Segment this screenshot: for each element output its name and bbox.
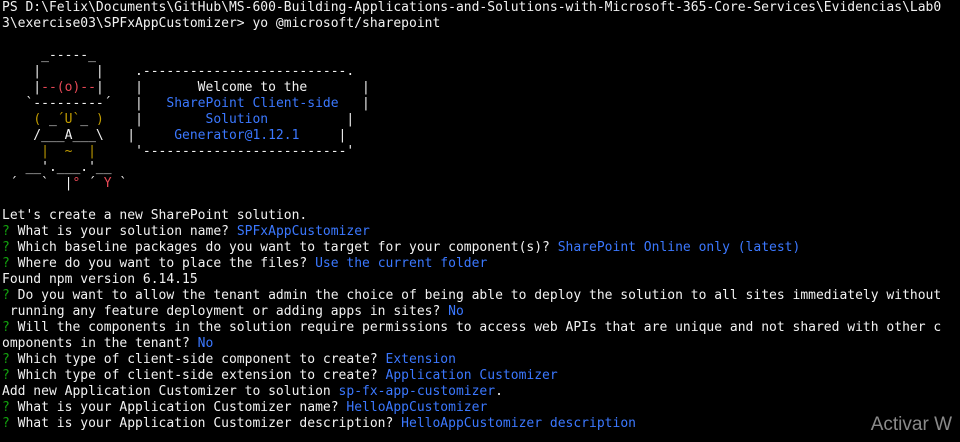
terminal-line: |--(o)--| | Welcome to the |: [2, 80, 370, 96]
output-text: |: [2, 80, 42, 95]
output-text: Found npm version 6.14.15: [2, 272, 198, 287]
terminal-line: omponents in the tenant? No: [2, 336, 213, 352]
terminal-line: ? What is your solution name? SPFxAppCus…: [2, 224, 370, 240]
output-text: _-----_: [2, 48, 96, 63]
prompt-marker: ?: [2, 352, 18, 367]
answer-text: SharePoint Client-side: [166, 96, 339, 111]
output-text: .: [495, 384, 503, 399]
terminal-output[interactable]: PS D:\Felix\Documents\GitHub\MS-600-Buil…: [2, 0, 960, 442]
answer-text: SharePoint Online only (latest): [557, 240, 801, 255]
prompt-marker: ?: [2, 416, 18, 431]
answer-text: Use the current folder: [315, 256, 488, 271]
terminal-line: ? Which type of client-side component to…: [2, 352, 456, 368]
answer-text: Solution: [205, 112, 269, 127]
output-text: | | .--------------------------.: [2, 64, 355, 79]
terminal-line: Add new Application Customizer to soluti…: [2, 384, 503, 400]
ascii-art: Y: [103, 176, 112, 191]
terminal-line: ? Where do you want to place the files? …: [2, 256, 487, 272]
terminal-line: ´ ` |° ´ Y `: [2, 176, 127, 192]
answer-text: Extension: [385, 352, 456, 367]
output-text: PS D:\Felix\Documents\GitHub\MS-600-Buil…: [2, 0, 942, 15]
answer-text: SPFxAppCustomizer: [236, 224, 370, 239]
windows-activation-watermark: Activar W: [870, 414, 952, 435]
output-text: Where do you want to place the files?: [17, 256, 316, 271]
output-text: _: [80, 112, 96, 127]
terminal-line: ? Do you want to allow the tenant admin …: [2, 288, 941, 304]
output-text: _: [48, 112, 57, 127]
terminal-line: | | .--------------------------.: [2, 64, 354, 80]
terminal-line: `---------´ | SharePoint Client-side |: [2, 96, 370, 112]
output-text: |: [103, 112, 206, 127]
terminal-line: ( _´U`_ ) | Solution |: [2, 112, 354, 128]
ascii-art: ´U`: [56, 112, 81, 127]
terminal-line: ? What is your Application Customizer na…: [2, 400, 487, 416]
output-text: What is your solution name?: [17, 224, 237, 239]
output-text: __'.___.'__: [2, 160, 112, 175]
answer-text: Generator@1.12.1: [174, 128, 300, 143]
terminal-line: Found npm version 6.14.15: [2, 272, 198, 288]
prompt-marker: ?: [2, 320, 18, 335]
answer-text: Application Customizer: [385, 368, 558, 383]
output-text: What is your Application Customizer desc…: [17, 416, 402, 431]
output-text: | | Welcome to the |: [95, 80, 370, 95]
terminal-line: _-----_: [2, 48, 96, 64]
output-text: running any feature deployment or adding…: [2, 304, 449, 319]
output-text: ´ ` |: [2, 176, 73, 191]
ascii-art: | ~ |: [41, 144, 96, 159]
output-text: Let's create a new SharePoint solution.: [2, 208, 308, 223]
output-text: 3\exercise03\SPFxAppCustomizer> yo @micr…: [2, 16, 441, 31]
answer-text: sp-fx-app-customizer: [338, 384, 496, 399]
answer-text: HelloAppCustomizer: [346, 400, 488, 415]
terminal-line: __'.___.'__: [2, 160, 112, 176]
output-text: |: [268, 112, 355, 127]
terminal-line: | ~ | '--------------------------': [2, 144, 354, 160]
output-text: Do you want to allow the tenant admin th…: [17, 288, 942, 303]
output-text: |: [299, 128, 347, 143]
prompt-marker: ?: [2, 240, 18, 255]
output-text: /___A___\ |: [2, 128, 175, 143]
prompt-marker: ?: [2, 224, 18, 239]
output-text: Which type of client-side component to c…: [17, 352, 386, 367]
terminal-line: PS D:\Felix\Documents\GitHub\MS-600-Buil…: [2, 0, 941, 16]
ascii-art: --(o)--: [41, 80, 96, 95]
prompt-marker: ?: [2, 288, 18, 303]
output-text: Which baseline packages do you want to t…: [17, 240, 558, 255]
output-text: What is your Application Customizer name…: [17, 400, 347, 415]
terminal-line: ? Will the components in the solution re…: [2, 320, 941, 336]
output-text: Add new Application Customizer to soluti…: [2, 384, 339, 399]
ascii-art: (: [33, 112, 49, 127]
output-text: '--------------------------': [95, 144, 355, 159]
terminal-line: 3\exercise03\SPFxAppCustomizer> yo @micr…: [2, 16, 440, 32]
terminal-line: ? What is your Application Customizer de…: [2, 416, 636, 432]
terminal-line: ? Which baseline packages do you want to…: [2, 240, 800, 256]
output-text: Will the components in the solution requ…: [17, 320, 942, 335]
ascii-art: ): [95, 112, 104, 127]
answer-text: No: [197, 336, 214, 351]
prompt-marker: ?: [2, 400, 18, 415]
output-text: `---------´ |: [2, 96, 167, 111]
terminal-line: /___A___\ | Generator@1.12.1 |: [2, 128, 346, 144]
output-text: omponents in the tenant?: [2, 336, 198, 351]
terminal-line: ? Which type of client-side extension to…: [2, 368, 558, 384]
answer-text: No: [448, 304, 464, 319]
answer-text: HelloAppCustomizer description: [401, 416, 636, 431]
terminal-line: Let's create a new SharePoint solution.: [2, 208, 307, 224]
output-text: |: [338, 96, 370, 111]
output-text: ´: [80, 176, 104, 191]
output-text: `: [111, 176, 128, 191]
prompt-marker: ?: [2, 368, 18, 383]
terminal-line: running any feature deployment or adding…: [2, 304, 464, 320]
prompt-marker: ?: [2, 256, 18, 271]
output-text: Which type of client-side extension to c…: [17, 368, 386, 383]
